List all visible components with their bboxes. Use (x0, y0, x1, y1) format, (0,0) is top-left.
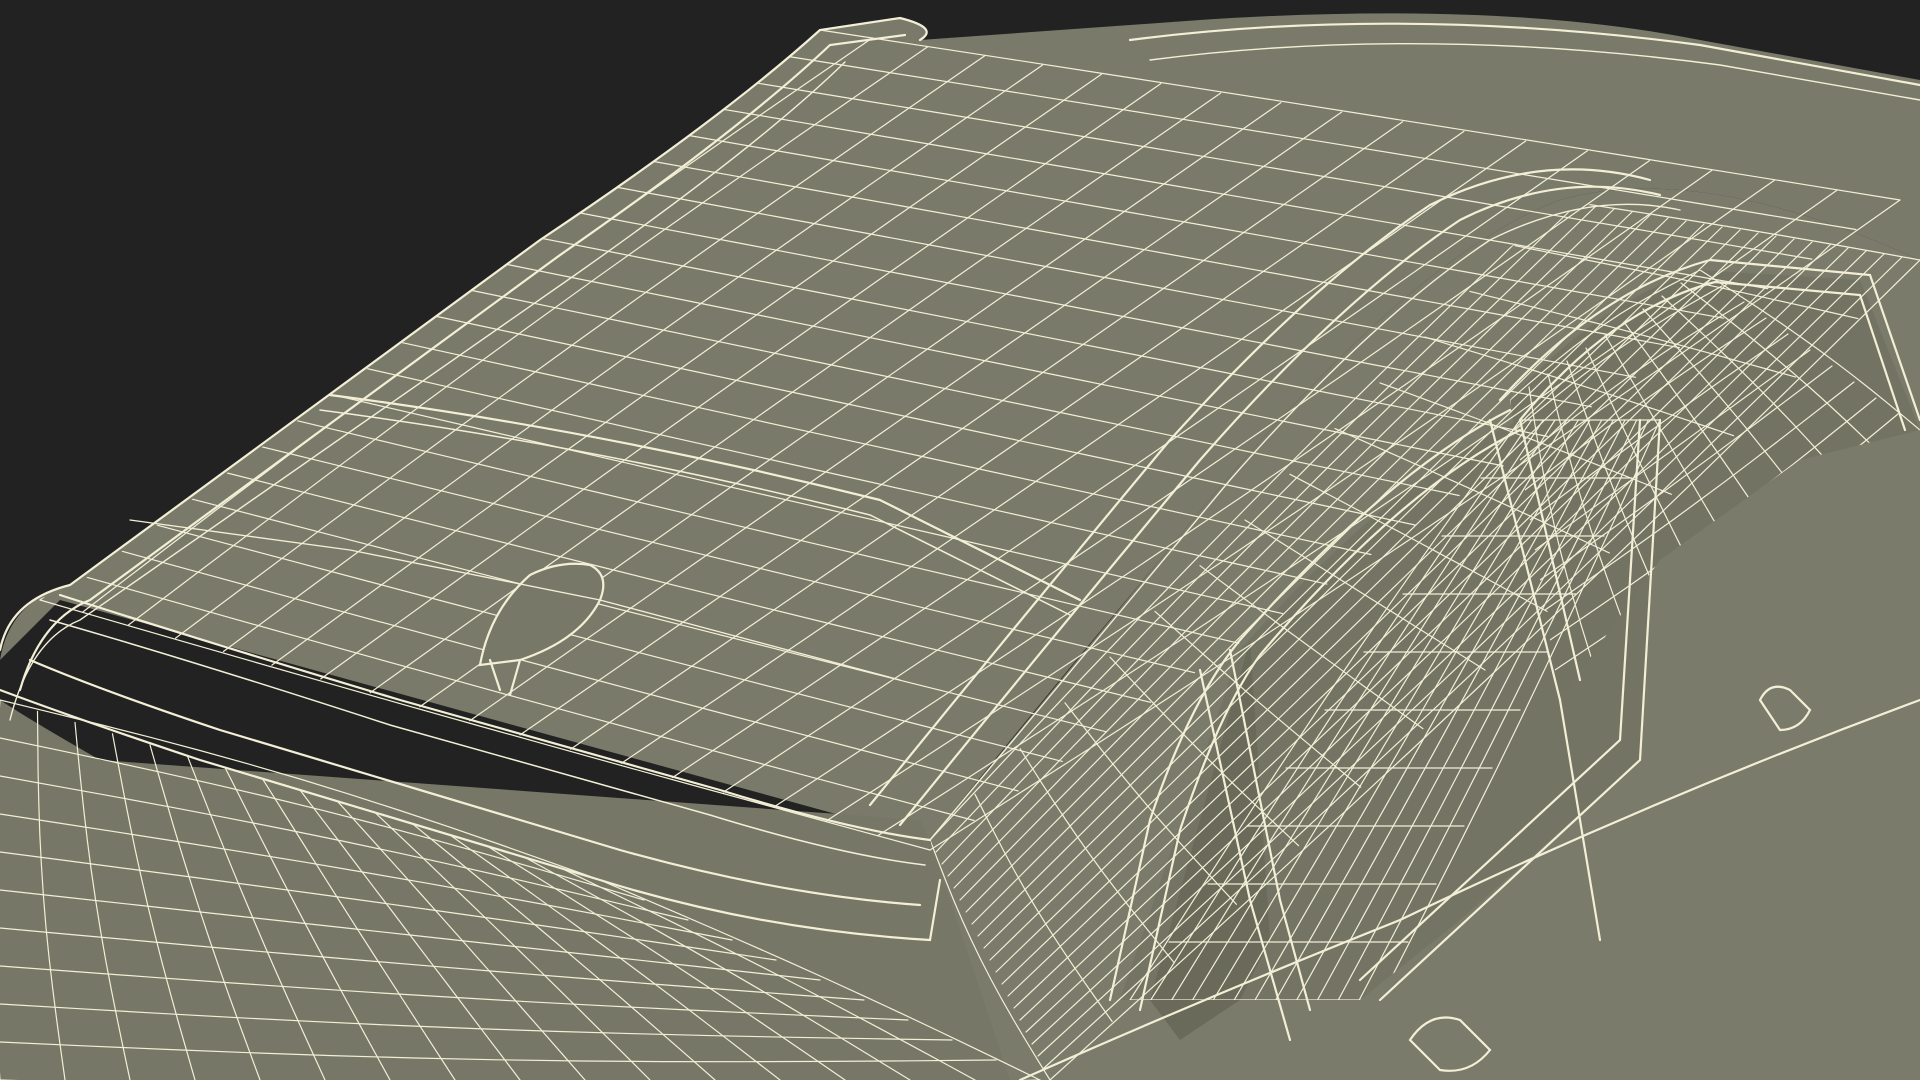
car-wireframe-render (0, 13, 1920, 1080)
render-viewport[interactable] (0, 0, 1920, 1080)
